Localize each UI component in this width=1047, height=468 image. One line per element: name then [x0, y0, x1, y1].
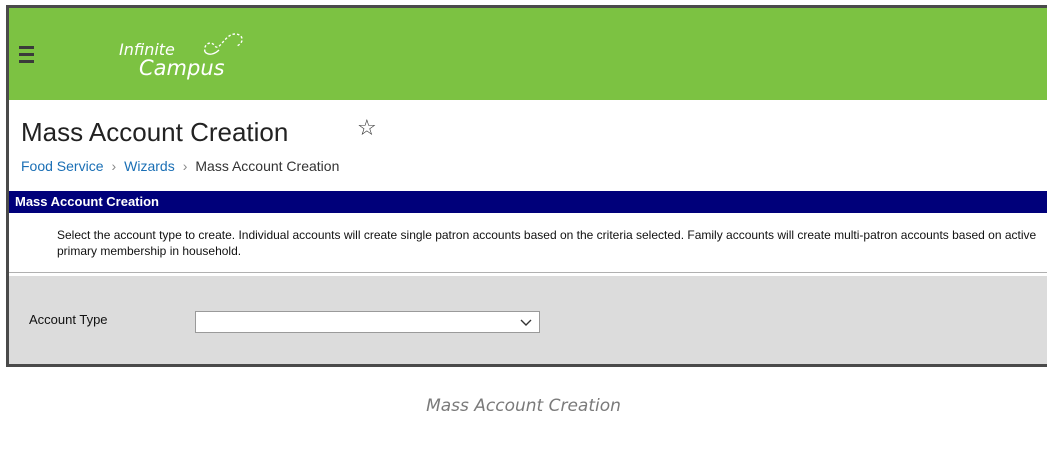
breadcrumb-wizards[interactable]: Wizards [124, 158, 175, 174]
breadcrumb-food-service[interactable]: Food Service [21, 158, 103, 174]
account-type-select[interactable] [195, 311, 540, 333]
panel-title: Mass Account Creation [15, 194, 159, 209]
panel-description: Select the account type to create. Indiv… [57, 228, 1037, 258]
hamburger-menu-icon[interactable] [19, 46, 34, 63]
breadcrumb-separator-icon: › [111, 158, 117, 174]
star-outline-icon[interactable]: ☆ [357, 116, 377, 141]
page-title: Mass Account Creation [21, 117, 289, 147]
chevron-down-icon [520, 319, 532, 326]
page-header: Mass Account Creation ☆ Food Service › Wiz… [9, 100, 1047, 176]
app-window: Infinite Campus Mass Account Creation ☆ … [6, 5, 1047, 367]
divider [9, 272, 1047, 273]
panel-header: Mass Account Creation [9, 191, 1047, 213]
logo-swoosh-icon [203, 33, 243, 55]
form-area: Account Type [9, 276, 1047, 364]
image-caption: Mass Account Creation [426, 396, 621, 416]
breadcrumb: Food Service › Wizards › Mass Account Creati… [21, 158, 339, 174]
infinite-campus-logo[interactable]: Infinite Campus [89, 26, 259, 86]
account-type-label: Account Type [29, 312, 108, 327]
breadcrumb-current: Mass Account Creation [195, 158, 340, 174]
breadcrumb-separator-icon: › [182, 158, 188, 174]
top-navigation-bar: Infinite Campus [9, 8, 1047, 100]
